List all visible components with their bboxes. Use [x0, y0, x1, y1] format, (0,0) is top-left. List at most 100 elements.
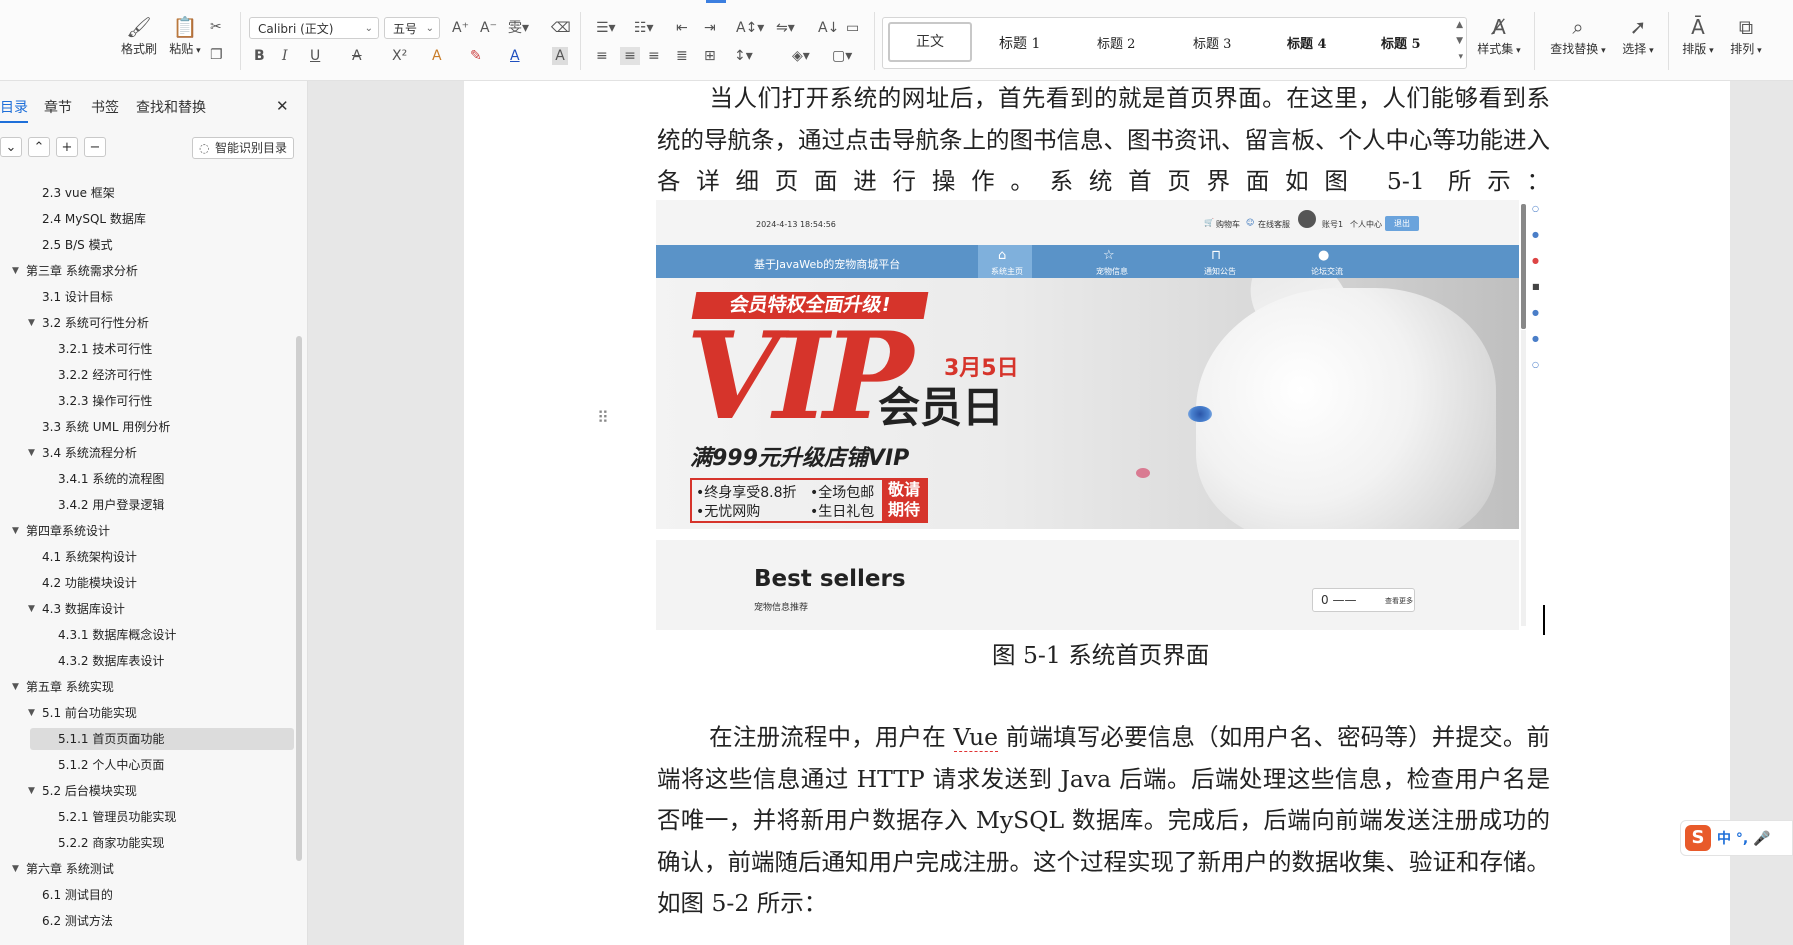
toc-item[interactable]: ▼ 第三章 系统需求分析	[0, 258, 300, 284]
figure-image[interactable]: 2024-4-13 18:54:56 🛒 购物车 ☺ 在线客服 账号1 个人中心…	[656, 200, 1544, 630]
format-painter-button[interactable]: 🖌 格式刷	[118, 14, 160, 57]
toc-item[interactable]: 4.3.1 数据库概念设计	[0, 622, 300, 648]
italic-button[interactable]: I	[282, 47, 288, 65]
toc-item[interactable]: 6.1 测试目的	[0, 882, 300, 908]
toc-item[interactable]: 2.3 vue 框架	[0, 180, 300, 206]
phonetic-guide-icon[interactable]: 雯▾	[508, 19, 529, 37]
sort-icon[interactable]: ⇋▾	[776, 19, 795, 37]
show-marks-icon[interactable]: ▭	[846, 19, 859, 37]
char-shading-icon[interactable]: A	[552, 47, 568, 65]
remove-heading-icon[interactable]: −	[84, 137, 106, 157]
distributed-icon[interactable]: ⊞	[704, 47, 716, 65]
toc-item-label: 2.5 B/S 模式	[42, 238, 113, 252]
tab-bookmarks[interactable]: 书签	[91, 97, 119, 117]
style-normal[interactable]: 正文	[888, 22, 972, 62]
grow-font-icon[interactable]: A⁺	[452, 19, 469, 37]
cut-icon[interactable]: ✂	[210, 18, 222, 36]
borders-icon[interactable]: ▢▾	[832, 47, 852, 65]
clear-format-icon[interactable]: ⌫	[551, 19, 571, 37]
tab-find-replace[interactable]: 查找和替换	[136, 97, 206, 117]
align-right-icon[interactable]: ≡	[648, 47, 660, 65]
justify-icon[interactable]: ≣	[676, 47, 688, 65]
site-nav-item: 通知公告	[1204, 267, 1236, 276]
style-heading-1[interactable]: 标题 1	[999, 33, 1040, 53]
find-replace-button[interactable]: ⌕ 查找替换 ▾	[1546, 14, 1610, 57]
toc-item[interactable]: 5.1.1 首页页面功能	[0, 726, 300, 752]
spellcheck-word[interactable]: Vue	[953, 723, 999, 752]
close-icon[interactable]: ✕	[276, 97, 289, 115]
font-name-select[interactable]: Calibri (正文) ⌄	[249, 17, 379, 39]
chevron-up-icon[interactable]: ▲	[1456, 20, 1463, 30]
toc-item[interactable]: 6.2 测试方法	[0, 908, 300, 934]
strikethrough-icon[interactable]: A	[352, 47, 362, 65]
toc-item[interactable]: 4.1 系统架构设计	[0, 544, 300, 570]
site-top-bar: 2024-4-13 18:54:56 🛒 购物车 ☺ 在线客服 账号1 个人中心…	[656, 200, 1519, 246]
collapse-all-icon[interactable]: ⌄	[0, 137, 22, 157]
paste-button[interactable]: 📋 粘贴 ▾	[164, 14, 206, 57]
nav-scrollbar[interactable]	[296, 336, 302, 861]
style-heading-5[interactable]: 标题 5	[1381, 33, 1421, 52]
style-set-button[interactable]: A̸ 样式集 ▾	[1472, 14, 1526, 57]
body-paragraph[interactable]: 在注册流程中，用户在 Vue 前端填写必要信息（如用户名、密码等）并提交。前端将…	[657, 717, 1550, 925]
align-center-icon[interactable]: ≡	[620, 47, 640, 65]
tab-chapters[interactable]: 章节	[44, 97, 72, 117]
align-left-icon[interactable]: ≡	[596, 47, 608, 65]
layout-button[interactable]: Ā 排版 ▾	[1676, 14, 1720, 57]
toc-item[interactable]: 2.4 MySQL 数据库	[0, 206, 300, 232]
toc-item[interactable]: 3.4.1 系统的流程图	[0, 466, 300, 492]
add-heading-icon[interactable]: +	[56, 137, 78, 157]
drag-handle-icon[interactable]: ⠿	[597, 408, 609, 427]
increase-indent-icon[interactable]: ⇥	[704, 19, 716, 37]
chevron-down-icon[interactable]: ▼	[1456, 36, 1463, 46]
active-tab-indicator	[706, 0, 726, 3]
highlight-icon[interactable]: ✎	[470, 47, 482, 65]
toc-item[interactable]: ▼ 第六章 系统测试	[0, 856, 300, 882]
shrink-font-icon[interactable]: A⁻	[480, 19, 497, 37]
toc-item[interactable]: 4.2 功能模块设计	[0, 570, 300, 596]
line-spacing-icon[interactable]: ↕▾	[734, 47, 753, 65]
decrease-indent-icon[interactable]: ⇤	[676, 19, 688, 37]
underline-button[interactable]: U	[310, 47, 320, 65]
select-button[interactable]: ➚ 选择 ▾	[1616, 14, 1660, 57]
tab-toc[interactable]: 目录	[0, 97, 28, 123]
bullet-list-icon[interactable]: ☰▾	[596, 19, 616, 37]
toc-item[interactable]: ▼ 5.2 后台模块实现	[0, 778, 300, 804]
toc-item[interactable]: ▼ 第四章系统设计	[0, 518, 300, 544]
ime-toolbar[interactable]: S 中 °, 🎤	[1680, 820, 1793, 856]
style-heading-3[interactable]: 标题 3	[1193, 33, 1231, 52]
toc-item[interactable]: ▼ 4.3 数据库设计	[0, 596, 300, 622]
toc-item[interactable]: 3.4.2 用户登录逻辑	[0, 492, 300, 518]
toc-item[interactable]: ▼ 第五章 系统实现	[0, 674, 300, 700]
font-color-icon[interactable]: A	[510, 47, 520, 65]
toc-item[interactable]: 5.2.2 商家功能实现	[0, 830, 300, 856]
smart-toc-button[interactable]: ◌ 智能识别目录	[192, 137, 294, 159]
toc-item[interactable]: 5.2.1 管理员功能实现	[0, 804, 300, 830]
font-size-select[interactable]: 五号 ⌄	[384, 17, 440, 39]
text-direction-icon[interactable]: A↕▾	[736, 19, 764, 37]
superscript-icon[interactable]: X²	[392, 47, 407, 65]
arrange-button[interactable]: ⧉ 排列 ▾	[1724, 14, 1768, 57]
numbered-list-icon[interactable]: ☷▾	[634, 19, 654, 37]
toc-item[interactable]: 3.3 系统 UML 用例分析	[0, 414, 300, 440]
figure-caption[interactable]: 图 5-1 系统首页界面	[992, 636, 1209, 670]
shading-icon[interactable]: ◈▾	[792, 47, 810, 65]
toc-item[interactable]: 2.5 B/S 模式	[0, 232, 300, 258]
style-heading-2[interactable]: 标题 2	[1097, 33, 1135, 52]
toc-item[interactable]: 5.1.2 个人中心页面	[0, 752, 300, 778]
sort-az-icon[interactable]: A↓	[818, 19, 839, 37]
toc-item[interactable]: 3.2.3 操作可行性	[0, 388, 300, 414]
expand-gallery-icon[interactable]: ▾	[1458, 52, 1463, 62]
toc-item[interactable]: 4.3.2 数据库表设计	[0, 648, 300, 674]
style-heading-4[interactable]: 标题 4	[1287, 33, 1327, 52]
bold-button[interactable]: B	[254, 47, 265, 65]
toc-item[interactable]: ▼ 5.1 前台功能实现	[0, 700, 300, 726]
copy-icon[interactable]: ❐	[210, 46, 223, 64]
body-paragraph[interactable]: 当人们打开系统的网址后，首先看到的就是首页界面。在这里，人们能够看到系统的导航条…	[657, 78, 1550, 203]
toc-item[interactable]: ▼ 3.4 系统流程分析	[0, 440, 300, 466]
text-effect-icon[interactable]: A	[432, 47, 442, 65]
toc-item[interactable]: 3.1 设计目标	[0, 284, 300, 310]
toc-item[interactable]: 3.2.1 技术可行性	[0, 336, 300, 362]
toc-item[interactable]: ▼ 3.2 系统可行性分析	[0, 310, 300, 336]
toc-item[interactable]: 3.2.2 经济可行性	[0, 362, 300, 388]
chevron-up-icon[interactable]: ⌃	[28, 137, 50, 157]
